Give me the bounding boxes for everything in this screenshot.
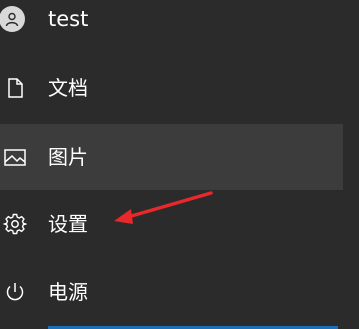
menu-item-label: 电源 [48, 280, 88, 304]
user-name: test [48, 7, 89, 31]
picture-icon [0, 142, 30, 172]
menu-item-label: 设置 [48, 212, 88, 236]
menu-item-power[interactable]: 电源 [0, 259, 343, 325]
user-account-item[interactable]: test [0, 0, 343, 52]
menu-item-pictures[interactable]: 图片 [0, 124, 343, 190]
menu-item-label: 图片 [48, 145, 88, 169]
user-avatar-icon [0, 4, 30, 34]
menu-item-settings[interactable]: 设置 [0, 191, 343, 257]
start-menu-sidebar: test 文档 图片 设置 电源 [0, 0, 359, 329]
gear-icon [0, 209, 30, 239]
document-icon [0, 73, 30, 103]
menu-item-label: 文档 [48, 76, 88, 100]
menu-item-documents[interactable]: 文档 [0, 55, 343, 121]
power-icon [0, 277, 30, 307]
